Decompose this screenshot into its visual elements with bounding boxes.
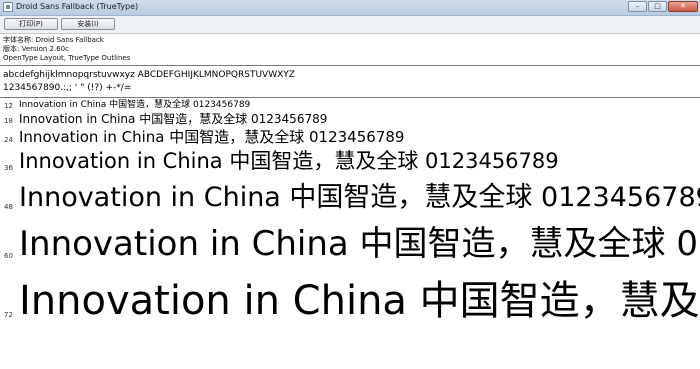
sample-size-label: 18: [4, 117, 13, 125]
sample-size-label: 60: [4, 252, 13, 260]
sample-text: Innovation in China 中国智造，慧及全球 0123456789: [19, 112, 328, 126]
minimize-button[interactable]: –: [628, 1, 647, 12]
maximize-icon: □: [654, 2, 661, 10]
charset-symbols: 1234567890.:,; ' " (!?) +-*/=: [3, 83, 132, 93]
close-button[interactable]: ✕: [668, 1, 698, 12]
sample-row-36: 36 Innovation in China 中国智造，慧及全球 0123456…: [0, 147, 700, 179]
sample-row-48: 48 Innovation in China 中国智造，慧及全球 0123456…: [0, 179, 700, 220]
sample-size-label: 72: [4, 311, 13, 319]
sample-text: Innovation in China 中国智造，慧及全球 0123456789: [19, 149, 559, 173]
sample-size-label: 12: [4, 102, 13, 110]
sample-text: Innovation in China 中国智造，慧及全球 0123456789: [19, 224, 700, 264]
window-title: Droid Sans Fallback (TrueType): [16, 2, 139, 11]
sample-row-18: 18 Innovation in China 中国智造，慧及全球 0123456…: [0, 111, 700, 128]
app-icon: [3, 2, 13, 12]
maximize-button[interactable]: □: [648, 1, 667, 12]
sample-size-label: 36: [4, 164, 13, 172]
divider-bottom: [0, 97, 700, 98]
close-icon: ✕: [680, 2, 686, 10]
font-name-line: 字体名称: Droid Sans Fallback: [3, 36, 104, 44]
divider-top: [0, 65, 700, 66]
title-bar[interactable]: Droid Sans Fallback (TrueType) – □ ✕: [0, 0, 700, 16]
sample-row-72: 72 Innovation in China 中国智造，慧及全球 0123456…: [0, 273, 700, 339]
sample-text: Innovation in China 中国智造，慧及全球 0123456789: [19, 278, 700, 324]
charset-preview: abcdefghijklmnopqrstuvwxyz ABCDEFGHIJKLM…: [3, 69, 295, 95]
install-button[interactable]: 安装(I): [61, 18, 115, 30]
toolbar: 打印(P) 安装(I): [0, 16, 700, 34]
sample-text: Innovation in China 中国智造，慧及全球 0123456789: [19, 182, 700, 213]
window-controls: – □ ✕: [628, 1, 698, 12]
sample-row-24: 24 Innovation in China 中国智造，慧及全球 0123456…: [0, 127, 700, 147]
minimize-icon: –: [635, 2, 640, 10]
charset-letters: abcdefghijklmnopqrstuvwxyz ABCDEFGHIJKLM…: [3, 70, 295, 80]
sample-text: Innovation in China 中国智造，慧及全球 0123456789: [19, 128, 405, 146]
sample-size-label: 24: [4, 136, 13, 144]
sample-row-60: 60 Innovation in China 中国智造，慧及全球 0123456…: [0, 220, 700, 273]
sample-text: Innovation in China 中国智造，慧及全球 0123456789: [19, 100, 251, 110]
print-button[interactable]: 打印(P): [4, 18, 58, 30]
font-info: 字体名称: Droid Sans Fallback 版本: Version 2.…: [3, 36, 130, 63]
sample-size-label: 48: [4, 203, 13, 211]
font-type-line: OpenType Layout, TrueType Outlines: [3, 54, 131, 62]
font-viewer-window: Droid Sans Fallback (TrueType) – □ ✕ 打印(…: [0, 0, 700, 369]
font-version-line: 版本: Version 2.60c: [3, 45, 69, 53]
